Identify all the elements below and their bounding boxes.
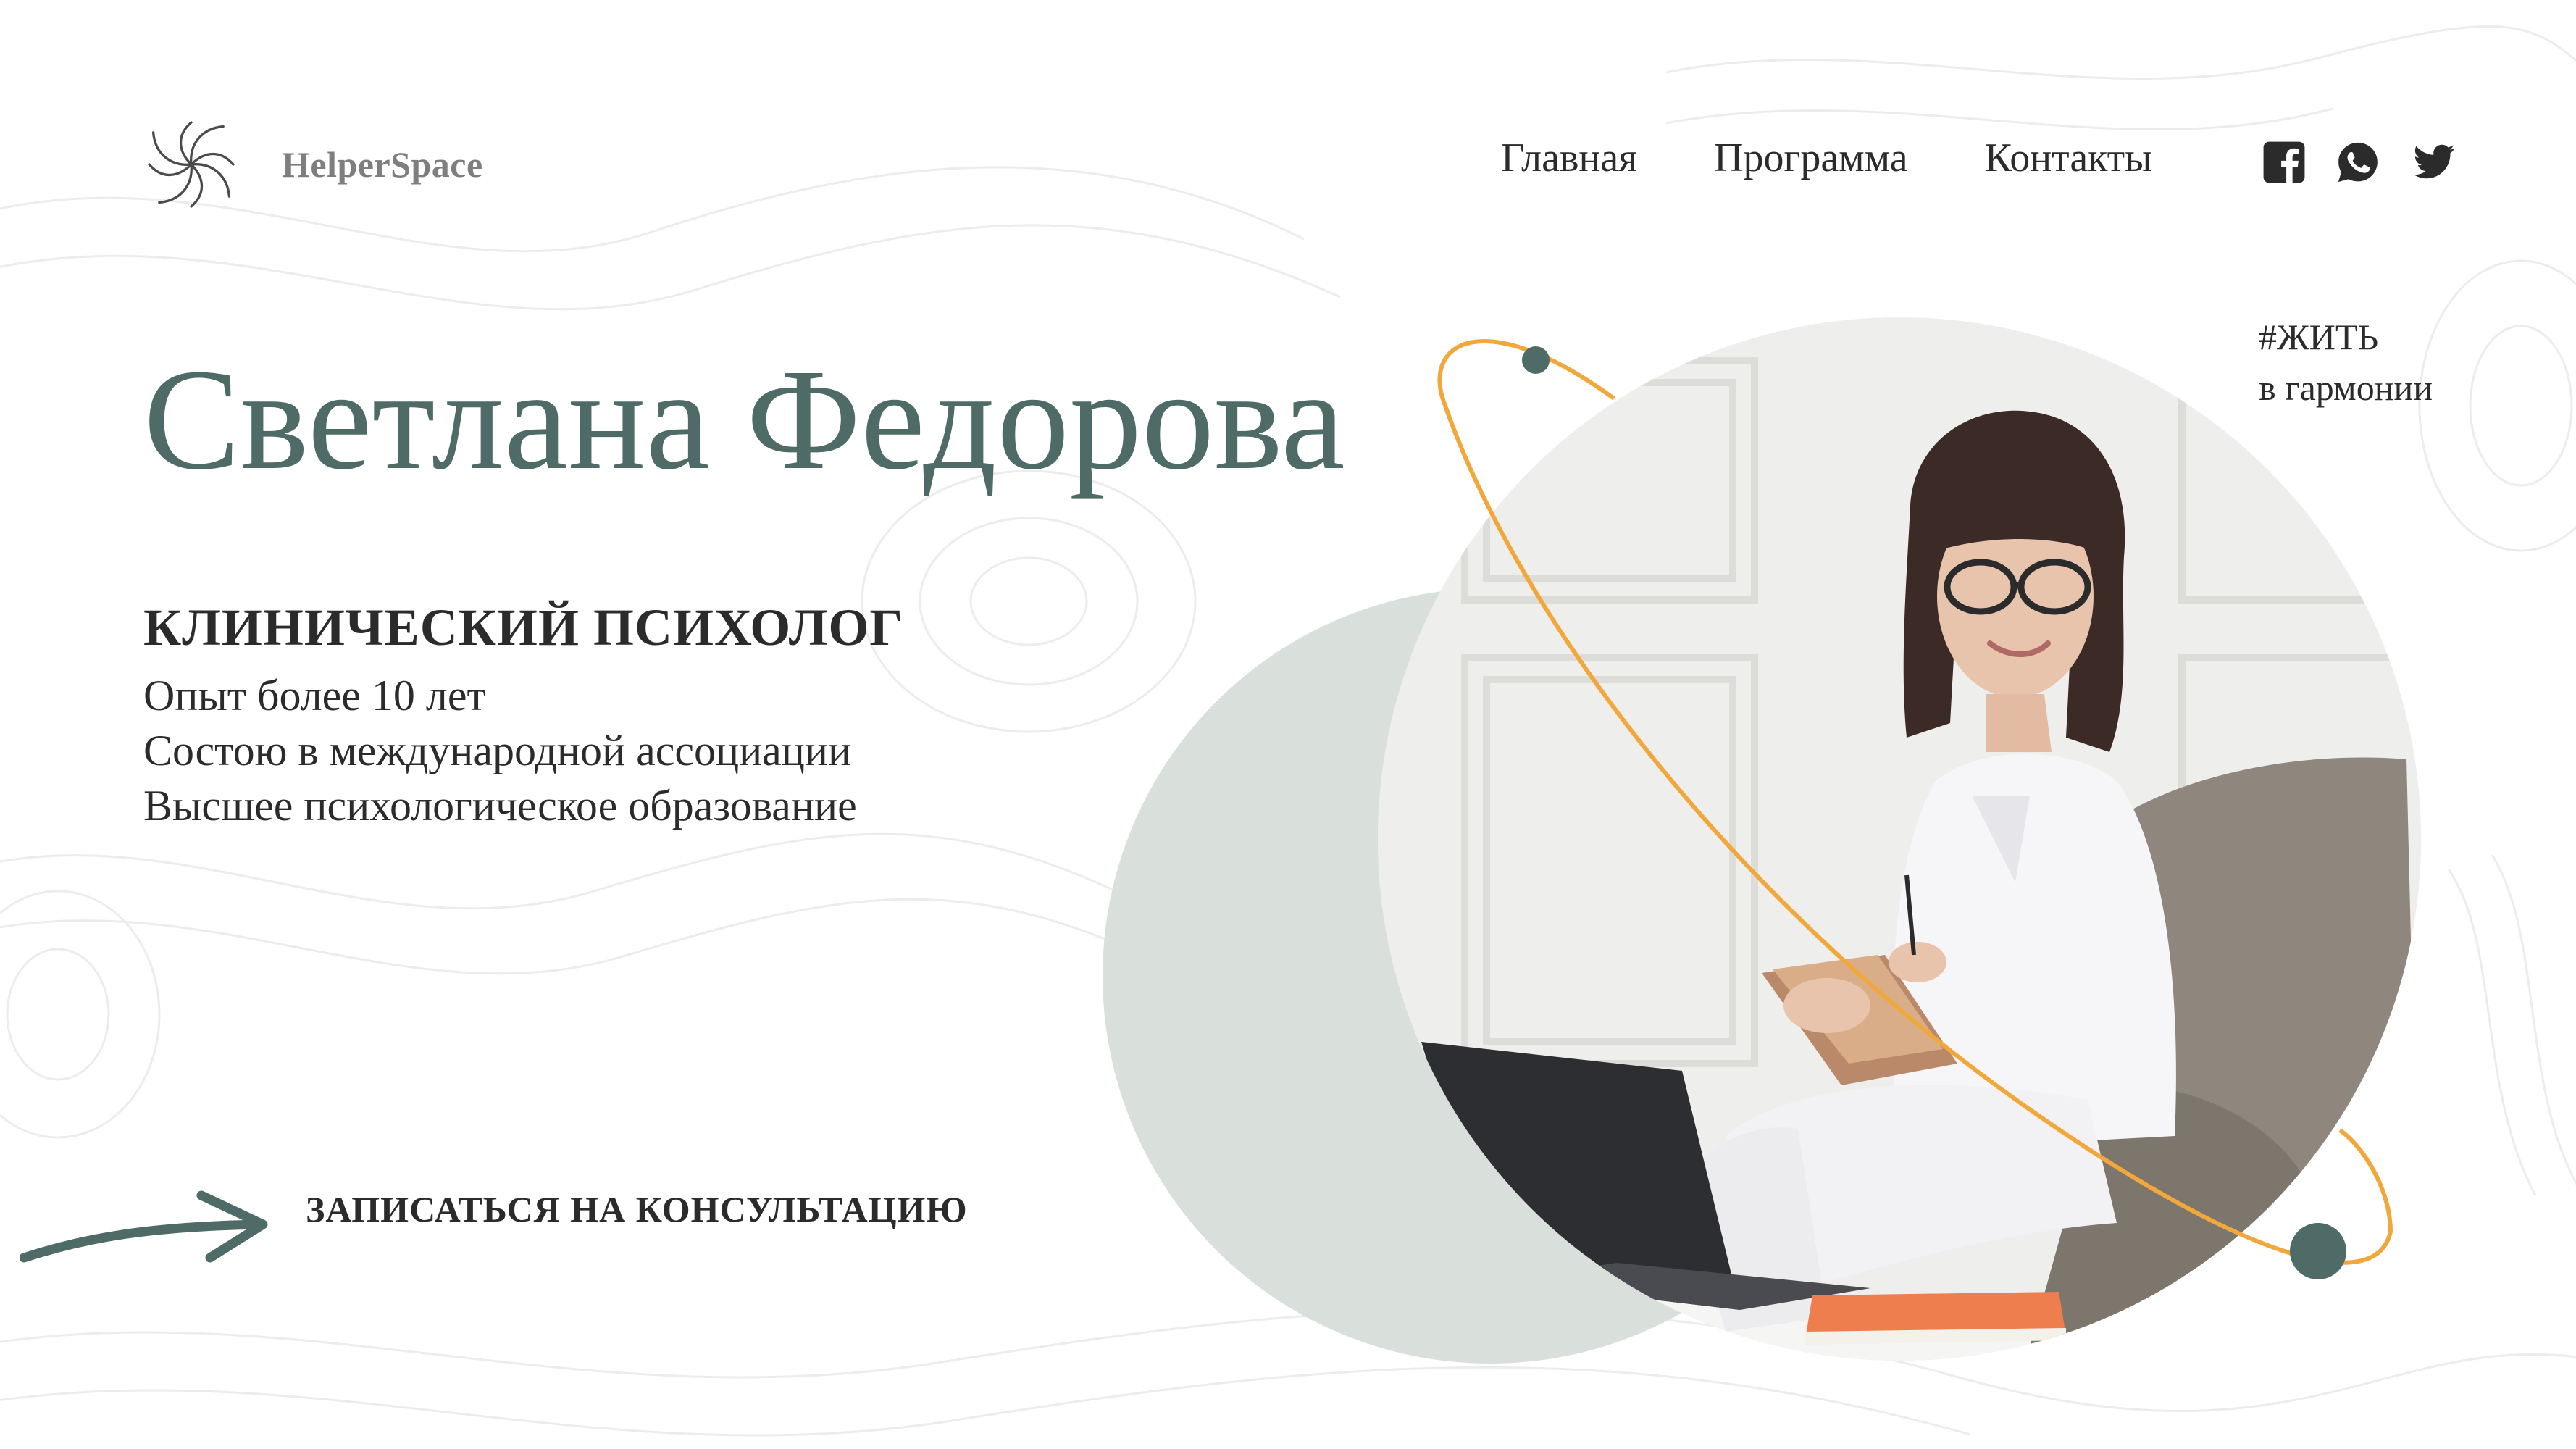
specialist-name: Светлана Федорова bbox=[143, 340, 1345, 500]
tagline-hashtag: #ЖИТЬ bbox=[2259, 317, 2379, 357]
swirl-logo-icon bbox=[148, 121, 235, 208]
facts-list: Опыт более 10 лет Состою в международной… bbox=[143, 668, 857, 833]
arrow-right-icon bbox=[20, 1190, 268, 1263]
psychologist-photo bbox=[1378, 317, 2421, 1361]
social-links bbox=[2262, 140, 2459, 185]
tagline-subtext: в гармонии bbox=[2259, 367, 2433, 408]
nav-item-program[interactable]: Программа bbox=[1714, 135, 1908, 181]
fact-item: Состою в международной ассоциации bbox=[143, 727, 852, 774]
brand-logo[interactable]: HelperSpace bbox=[141, 114, 483, 214]
fact-item: Опыт более 10 лет bbox=[143, 672, 486, 719]
book-consultation-button[interactable]: ЗАПИСАТЬСЯ НА КОНСУЛЬТАЦИЮ bbox=[306, 1188, 968, 1230]
facebook-icon[interactable] bbox=[2262, 140, 2307, 185]
main-nav: Главная Программа Контакты bbox=[1501, 135, 2229, 181]
tagline: #ЖИТЬ в гармонии bbox=[2259, 312, 2433, 413]
nav-item-home[interactable]: Главная bbox=[1501, 135, 1637, 181]
profession-title: КЛИНИЧЕСКИЙ ПСИХОЛОГ bbox=[143, 598, 904, 656]
whatsapp-icon[interactable] bbox=[2335, 140, 2380, 185]
fact-item: Высшее психологическое образование bbox=[143, 782, 857, 830]
twitter-icon[interactable] bbox=[2409, 140, 2459, 185]
brand-name: HelperSpace bbox=[282, 144, 483, 185]
nav-item-contacts[interactable]: Контакты bbox=[1985, 135, 2152, 181]
